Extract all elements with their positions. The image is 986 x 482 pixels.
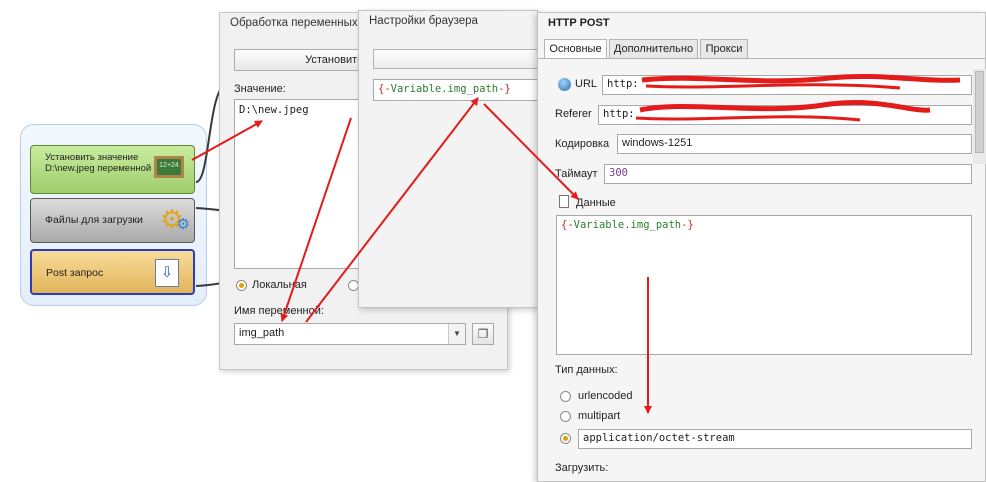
copy-icon: ❐ bbox=[477, 327, 489, 341]
files-upload-node-label: Файлы для загрузки bbox=[45, 214, 143, 226]
value-text: D:\new.jpeg bbox=[239, 104, 309, 116]
files-upload-node[interactable]: Файлы для загрузки ⚙ ⚙ bbox=[30, 198, 195, 243]
code-open: {- bbox=[378, 83, 391, 95]
set-value-node[interactable]: Установить значение D:\new.jpeg переменн… bbox=[30, 145, 195, 194]
var-name-label: Имя переменной: bbox=[234, 305, 324, 317]
data-textarea[interactable]: {-Variable.img_path-} bbox=[556, 215, 972, 355]
http-post-panel: HTTP POST Основные Дополнительно Прокси … bbox=[537, 12, 986, 482]
multipart-radio[interactable] bbox=[560, 411, 571, 422]
data-open: {- bbox=[561, 219, 574, 231]
tab-proxy[interactable]: Прокси bbox=[700, 39, 748, 59]
local-scope-radio[interactable] bbox=[236, 280, 247, 291]
code-close: -} bbox=[498, 83, 511, 95]
tab-additional[interactable]: Дополнительно bbox=[609, 39, 698, 59]
referer-input[interactable]: http: bbox=[598, 105, 972, 125]
multipart-label: multipart bbox=[578, 410, 621, 422]
encoding-label: Кодировка bbox=[555, 138, 610, 150]
urlencoded-label: urlencoded bbox=[578, 390, 633, 402]
url-value: http: bbox=[607, 78, 639, 90]
panel-title: HTTP POST bbox=[548, 17, 610, 29]
tab-divider bbox=[538, 58, 986, 59]
post-request-node-label: Post запрос bbox=[46, 267, 104, 279]
referer-label: Referer bbox=[555, 108, 592, 120]
timeout-input[interactable]: 300 bbox=[604, 164, 972, 184]
set-value-node-label: Установить значение D:\new.jpeg переменн… bbox=[45, 152, 152, 174]
chalkboard-icon: 12+24 bbox=[154, 156, 184, 178]
url-input[interactable]: http: bbox=[602, 75, 972, 95]
value-label: Значение: bbox=[234, 83, 286, 95]
local-scope-label: Локальная bbox=[252, 279, 307, 291]
code-var: Variable.img_path bbox=[390, 83, 499, 95]
upload-label: Загрузить: bbox=[555, 462, 609, 474]
var-name-combobox[interactable]: img_path ▼ bbox=[234, 323, 466, 345]
browser-code-field[interactable]: {-Variable.img_path-} bbox=[373, 79, 543, 101]
url-label: URL bbox=[575, 78, 598, 90]
octet-stream-value: application/octet-stream bbox=[583, 432, 735, 444]
data-type-label: Тип данных: bbox=[555, 364, 618, 376]
timeout-label: Таймаут bbox=[555, 168, 598, 180]
octet-stream-radio[interactable] bbox=[560, 433, 571, 444]
post-request-node[interactable]: Post запрос ⇩ bbox=[30, 249, 195, 295]
data-label: Данные bbox=[576, 197, 616, 209]
browser-settings-panel: Настройки браузера {-Variable.img_path-} bbox=[358, 10, 543, 308]
panel-title: Настройки браузера bbox=[369, 15, 478, 27]
scrollbar-thumb[interactable] bbox=[975, 71, 984, 153]
globe-icon bbox=[558, 78, 571, 91]
panel-title: Обработка переменных bbox=[230, 17, 358, 29]
document-icon bbox=[559, 195, 569, 208]
chevron-down-icon[interactable]: ▼ bbox=[448, 324, 465, 344]
var-name-value: img_path bbox=[239, 327, 285, 339]
encoding-value: windows-1251 bbox=[622, 137, 693, 149]
copy-button[interactable]: ❐ bbox=[472, 323, 494, 345]
browser-settings-button[interactable] bbox=[373, 49, 543, 69]
data-var: Variable.img_path bbox=[573, 219, 682, 231]
referer-value: http: bbox=[603, 108, 635, 120]
gears-icon: ⚙ ⚙ bbox=[160, 204, 190, 234]
download-icon: ⇩ bbox=[155, 259, 179, 287]
encoding-input[interactable]: windows-1251 bbox=[617, 134, 972, 154]
tab-main[interactable]: Основные bbox=[544, 39, 607, 59]
octet-stream-input[interactable]: application/octet-stream bbox=[578, 429, 972, 449]
urlencoded-radio[interactable] bbox=[560, 391, 571, 402]
timeout-value: 300 bbox=[609, 167, 628, 179]
data-close: -} bbox=[681, 219, 694, 231]
